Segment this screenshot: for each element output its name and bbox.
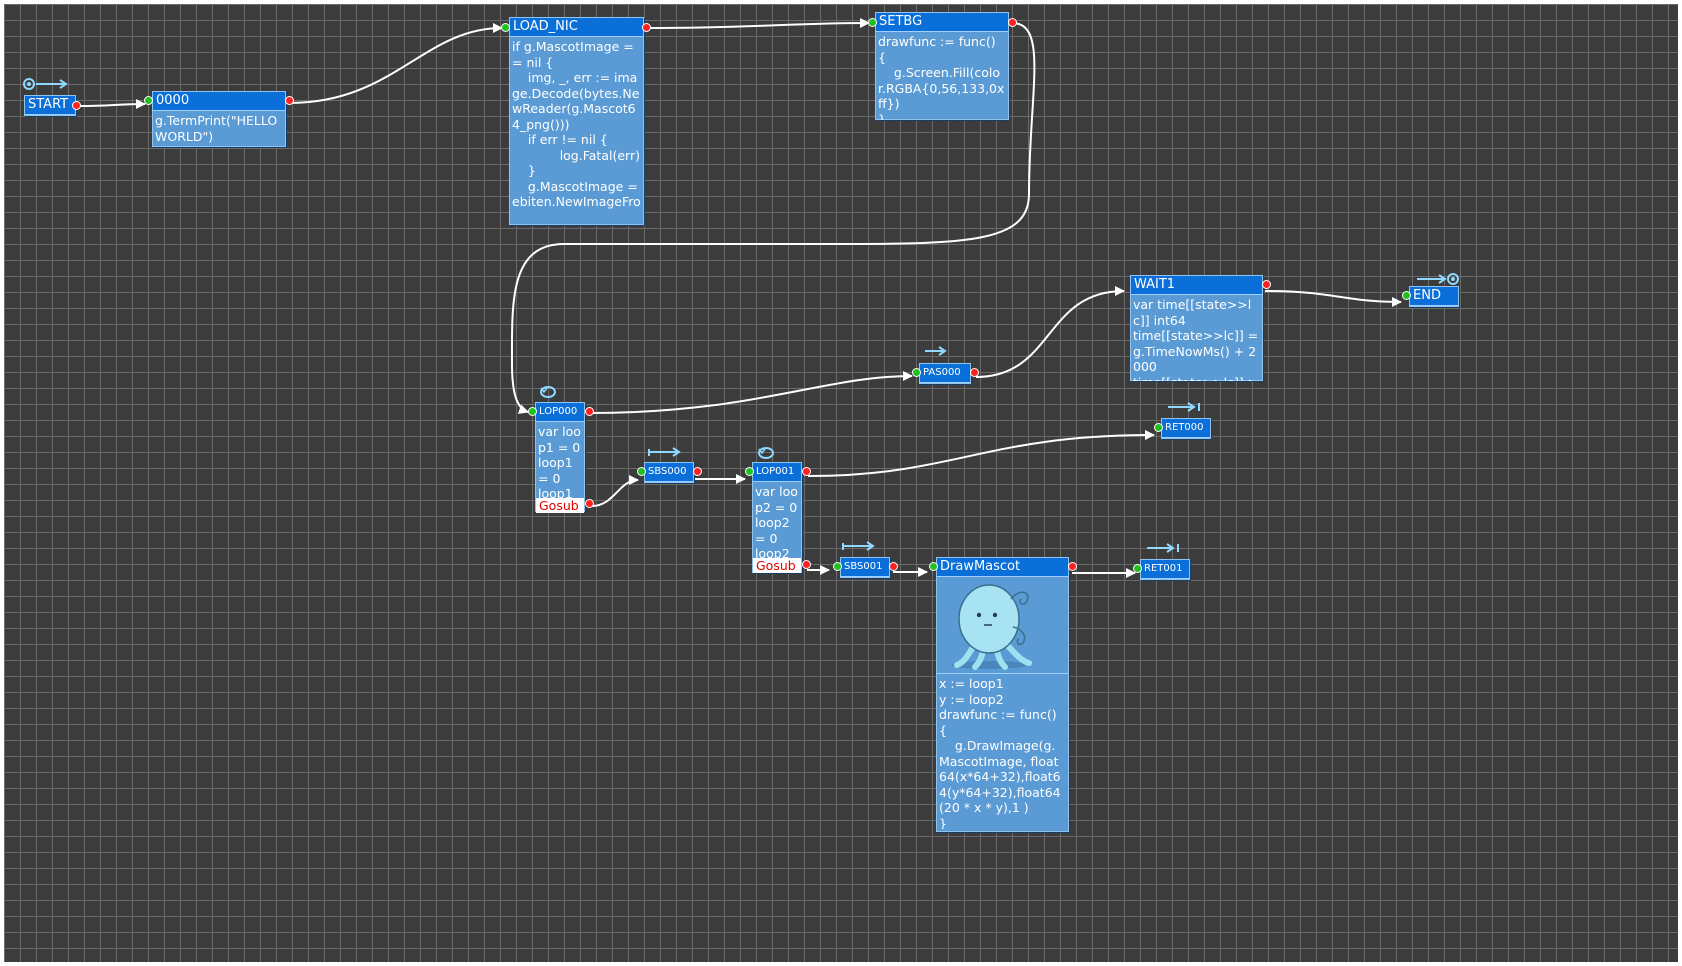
- node-title: SBS001: [841, 558, 889, 577]
- node-wait1[interactable]: WAIT1 var time[[state>>lc]] int64 time[[…: [1130, 275, 1263, 381]
- node-title: SETBG: [876, 13, 1008, 32]
- gosub-port[interactable]: [585, 499, 594, 508]
- node-0000[interactable]: 0000 g.TermPrint("HELLO WORLD"): [152, 91, 286, 147]
- node-drawmascot[interactable]: DrawMascot x := loop1 y := loop2 drawfun…: [936, 557, 1069, 832]
- node-title: RET001: [1141, 560, 1189, 579]
- node-title: WAIT1: [1131, 276, 1262, 295]
- node-title: LOP000: [536, 403, 584, 422]
- start-flag-icon: [23, 78, 68, 90]
- node-lop000[interactable]: LOP000 var loop1 = 0 loop1 = 0 loop1 Gos…: [535, 402, 585, 513]
- output-port[interactable]: [802, 467, 811, 476]
- return-icon: [1147, 543, 1179, 553]
- gosub-slot[interactable]: Gosub: [536, 498, 584, 513]
- node-start[interactable]: START: [24, 95, 76, 116]
- node-title: 0000: [153, 92, 285, 111]
- return-icon: [1168, 402, 1200, 412]
- mascot-image: [951, 584, 1032, 670]
- output-port[interactable]: [642, 23, 651, 32]
- input-port[interactable]: [637, 467, 646, 476]
- loop-icon: [758, 447, 774, 459]
- input-port[interactable]: [833, 562, 842, 571]
- output-port[interactable]: [1068, 562, 1077, 571]
- node-code: var loop1 = 0 loop1 = 0 loop1: [538, 424, 581, 498]
- node-code: drawfunc := func() { g.Screen.Fill(color…: [878, 34, 1005, 120]
- node-title: LOAD_NIC: [510, 18, 643, 37]
- wire-start-0000: [79, 99, 146, 110]
- node-code: var time[[state>>lc]] int64 time[[state>…: [1133, 297, 1259, 381]
- node-end[interactable]: END: [1409, 286, 1459, 307]
- gosub-slot[interactable]: Gosub: [753, 558, 801, 573]
- node-setbg[interactable]: SETBG drawfunc := func() { g.Screen.Fill…: [875, 12, 1009, 120]
- node-title: SBS000: [645, 463, 693, 482]
- node-code: x := loop1 y := loop2 drawfunc := func()…: [937, 673, 1068, 829]
- node-title: PAS000: [920, 364, 970, 383]
- node-pas000[interactable]: PAS000: [919, 363, 971, 384]
- node-sbs000[interactable]: SBS000: [644, 462, 694, 483]
- node-ret000[interactable]: RET000: [1161, 418, 1211, 439]
- wire-gosub-sbs000: [591, 475, 639, 507]
- input-port[interactable]: [1402, 291, 1411, 300]
- node-title: RET000: [1162, 419, 1210, 438]
- input-port[interactable]: [868, 18, 877, 27]
- subroutine-icon: [842, 541, 875, 551]
- gosub-port[interactable]: [802, 560, 811, 569]
- input-port[interactable]: [912, 368, 921, 377]
- node-sbs001[interactable]: SBS001: [840, 557, 890, 578]
- input-port[interactable]: [745, 467, 754, 476]
- node-code: g.TermPrint("HELLO WORLD"): [155, 113, 282, 144]
- input-port[interactable]: [1154, 423, 1163, 432]
- wire-wait1-end: [1264, 290, 1402, 307]
- output-port[interactable]: [72, 101, 81, 110]
- node-code: if g.MascotImage == nil { img, _, err :=…: [512, 39, 641, 209]
- node-ret001[interactable]: RET001: [1140, 559, 1190, 580]
- subroutine-icon: [648, 447, 681, 457]
- output-port[interactable]: [1008, 18, 1017, 27]
- loop-icon: [540, 386, 556, 398]
- node-lop001[interactable]: LOP001 var loop2 = 0 loop2 = 0 loop2 Gos…: [752, 462, 802, 573]
- pass-icon: [925, 346, 947, 356]
- output-port[interactable]: [693, 467, 702, 476]
- input-port[interactable]: [929, 562, 938, 571]
- node-title: LOP001: [753, 463, 801, 482]
- wire-lop000-pas000: [590, 371, 913, 414]
- node-title: END: [1410, 287, 1458, 306]
- output-port[interactable]: [889, 562, 898, 571]
- node-code: var loop2 = 0 loop2 = 0 loop2: [755, 484, 798, 558]
- end-flag-icon: [1417, 273, 1459, 285]
- input-port[interactable]: [144, 96, 153, 105]
- connection-wires: [79, 18, 1402, 578]
- wire-loadnic-setbg: [646, 18, 870, 29]
- input-port[interactable]: [501, 23, 510, 32]
- wire-lop001-ret000: [807, 430, 1155, 477]
- node-load-nic[interactable]: LOAD_NIC if g.MascotImage == nil { img, …: [509, 17, 644, 225]
- output-port[interactable]: [970, 368, 979, 377]
- node-title: DrawMascot: [937, 558, 1068, 577]
- input-port[interactable]: [1133, 564, 1142, 573]
- flow-canvas[interactable]: START 0000 g.TermPrint("HELLO WORLD") LO…: [4, 4, 1678, 962]
- input-port[interactable]: [528, 407, 537, 416]
- wire-0000-loadnic: [288, 23, 503, 104]
- node-title: START: [25, 96, 75, 115]
- output-port[interactable]: [285, 96, 294, 105]
- wire-pas000-wait1: [975, 286, 1125, 378]
- output-port[interactable]: [585, 407, 594, 416]
- output-port[interactable]: [1262, 280, 1271, 289]
